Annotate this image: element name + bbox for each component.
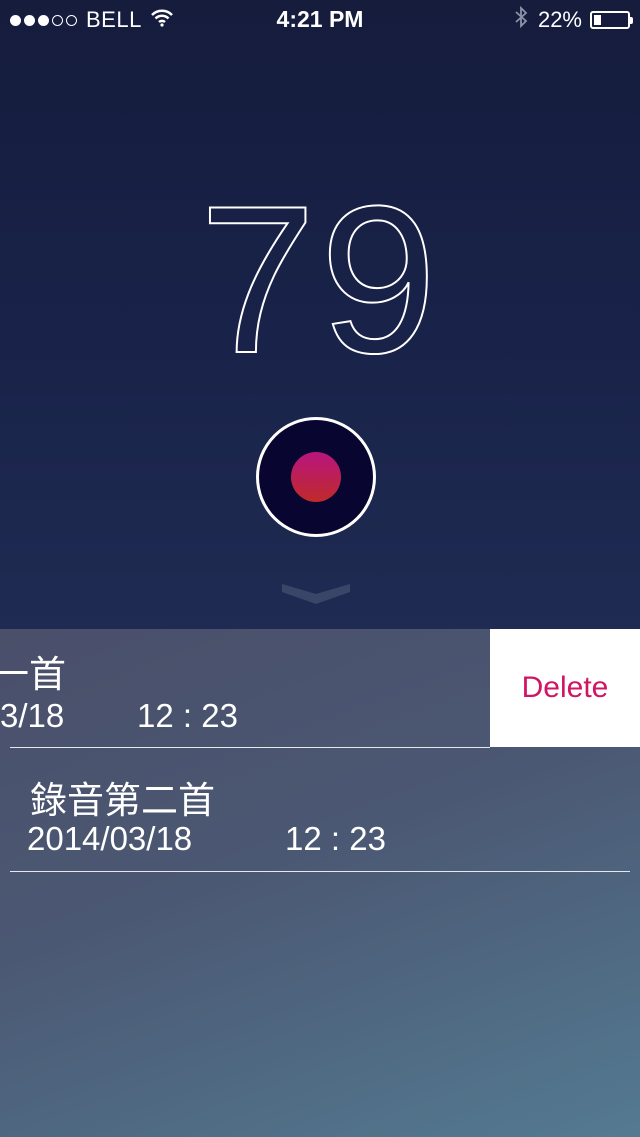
- record-dot-icon: [291, 452, 341, 502]
- list-item[interactable]: 錄音第二首 2014/03/18 12 : 23: [0, 748, 640, 872]
- status-bar: BELL 4:21 PM 22%: [0, 0, 640, 40]
- bluetooth-icon: [514, 5, 528, 34]
- record-button[interactable]: [256, 417, 376, 537]
- battery-percent: 22%: [537, 7, 582, 32]
- row-divider: [10, 871, 630, 872]
- recording-title: 一首: [0, 654, 66, 695]
- recording-time: 12 : 23: [137, 697, 238, 734]
- recording-title: 錄音第二首: [30, 780, 215, 821]
- recording-time: 12 : 23: [285, 820, 386, 857]
- recording-counter: 79: [198, 162, 441, 397]
- recording-date: 3/18: [0, 697, 65, 734]
- chevron-down-icon[interactable]: [282, 580, 350, 608]
- recording-date: 2014/03/18: [27, 820, 193, 857]
- battery-icon: [590, 11, 633, 29]
- delete-button[interactable]: Delete: [490, 629, 640, 747]
